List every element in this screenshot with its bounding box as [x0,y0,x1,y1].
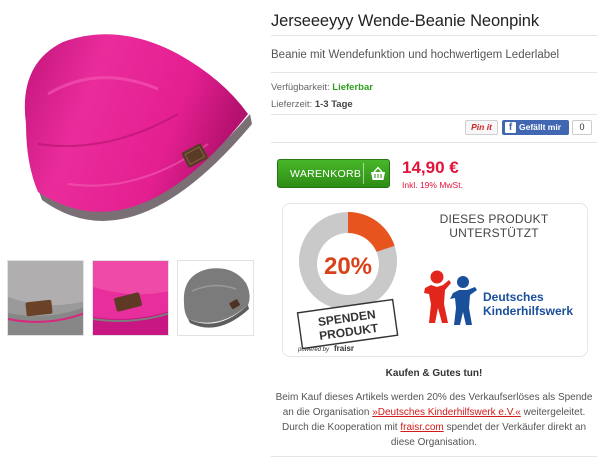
organisation-link[interactable]: »Deutsches Kinderhilfswerk e.V.« [372,407,521,418]
fraisr-logo: fraisr [334,344,354,353]
main-product-image[interactable] [8,4,256,254]
delivery-value: 1-3 Tage [314,99,353,110]
deutsches-kinderhilfswerk-logo[interactable]: Deutsches Kinderhilfswerk [423,268,578,330]
divider [271,35,597,36]
availability-label: Verfügbarkeit: [271,82,330,93]
delivery-row: Lieferzeit: 1-3 Tage [271,99,353,110]
org-name-line2: Kinderhilfswerk [483,304,573,318]
fraisr-link[interactable]: fraisr.com [400,422,443,433]
delivery-label: Lieferzeit: [271,99,313,110]
supports-line2: UNTERSTÜTZT [449,226,539,240]
badge-percent: 20% [324,253,372,280]
divider [271,142,597,143]
donation-box: 20% SPENDEN PRODUKT powered by fraisr DI… [282,203,588,357]
divider [271,72,597,73]
supports-line1: DIESES PRODUKT [439,212,549,226]
availability-row: Verfügbarkeit: Lieferbar [271,82,373,93]
spenden-produkt-badge: 20% SPENDEN PRODUKT powered by fraisr [296,212,399,353]
org-name-line1: Deutsches [483,290,544,304]
donation-heading: Kaufen & Gutes tun! [385,368,483,379]
facebook-icon: f [505,122,516,133]
button-divider [363,163,364,184]
supports-heading: DIESES PRODUKT UNTERSTÜTZT [419,212,569,240]
divider [271,114,597,115]
product-price: 14,90 € [402,158,459,177]
donation-description: Beim Kauf dieses Artikels werden 20% des… [271,390,597,450]
facebook-like-label: Gefällt mir [519,122,562,132]
facebook-like-count: 0 [572,120,592,135]
add-to-cart-label: WARENKORB [290,168,362,180]
product-title: Jerseeeyyy Wende-Beanie Neonpink [271,12,539,30]
product-subtitle: Beanie mit Wendefunktion und hochwertige… [271,49,560,61]
divider [271,456,597,457]
add-to-cart-button[interactable]: WARENKORB [277,159,390,188]
thumbnail-1[interactable] [7,260,84,336]
powered-by-label: powered by [297,347,330,353]
facebook-like-button[interactable]: f Gefällt mir [502,120,569,135]
thumbnail-3[interactable] [177,260,254,336]
availability-value: Lieferbar [332,82,373,93]
pinterest-pin-button[interactable]: Pin it [465,120,498,135]
basket-icon [371,166,385,180]
price-tax-note: Inkl. 19% MwSt. [402,180,463,190]
thumbnail-2[interactable] [92,260,169,336]
